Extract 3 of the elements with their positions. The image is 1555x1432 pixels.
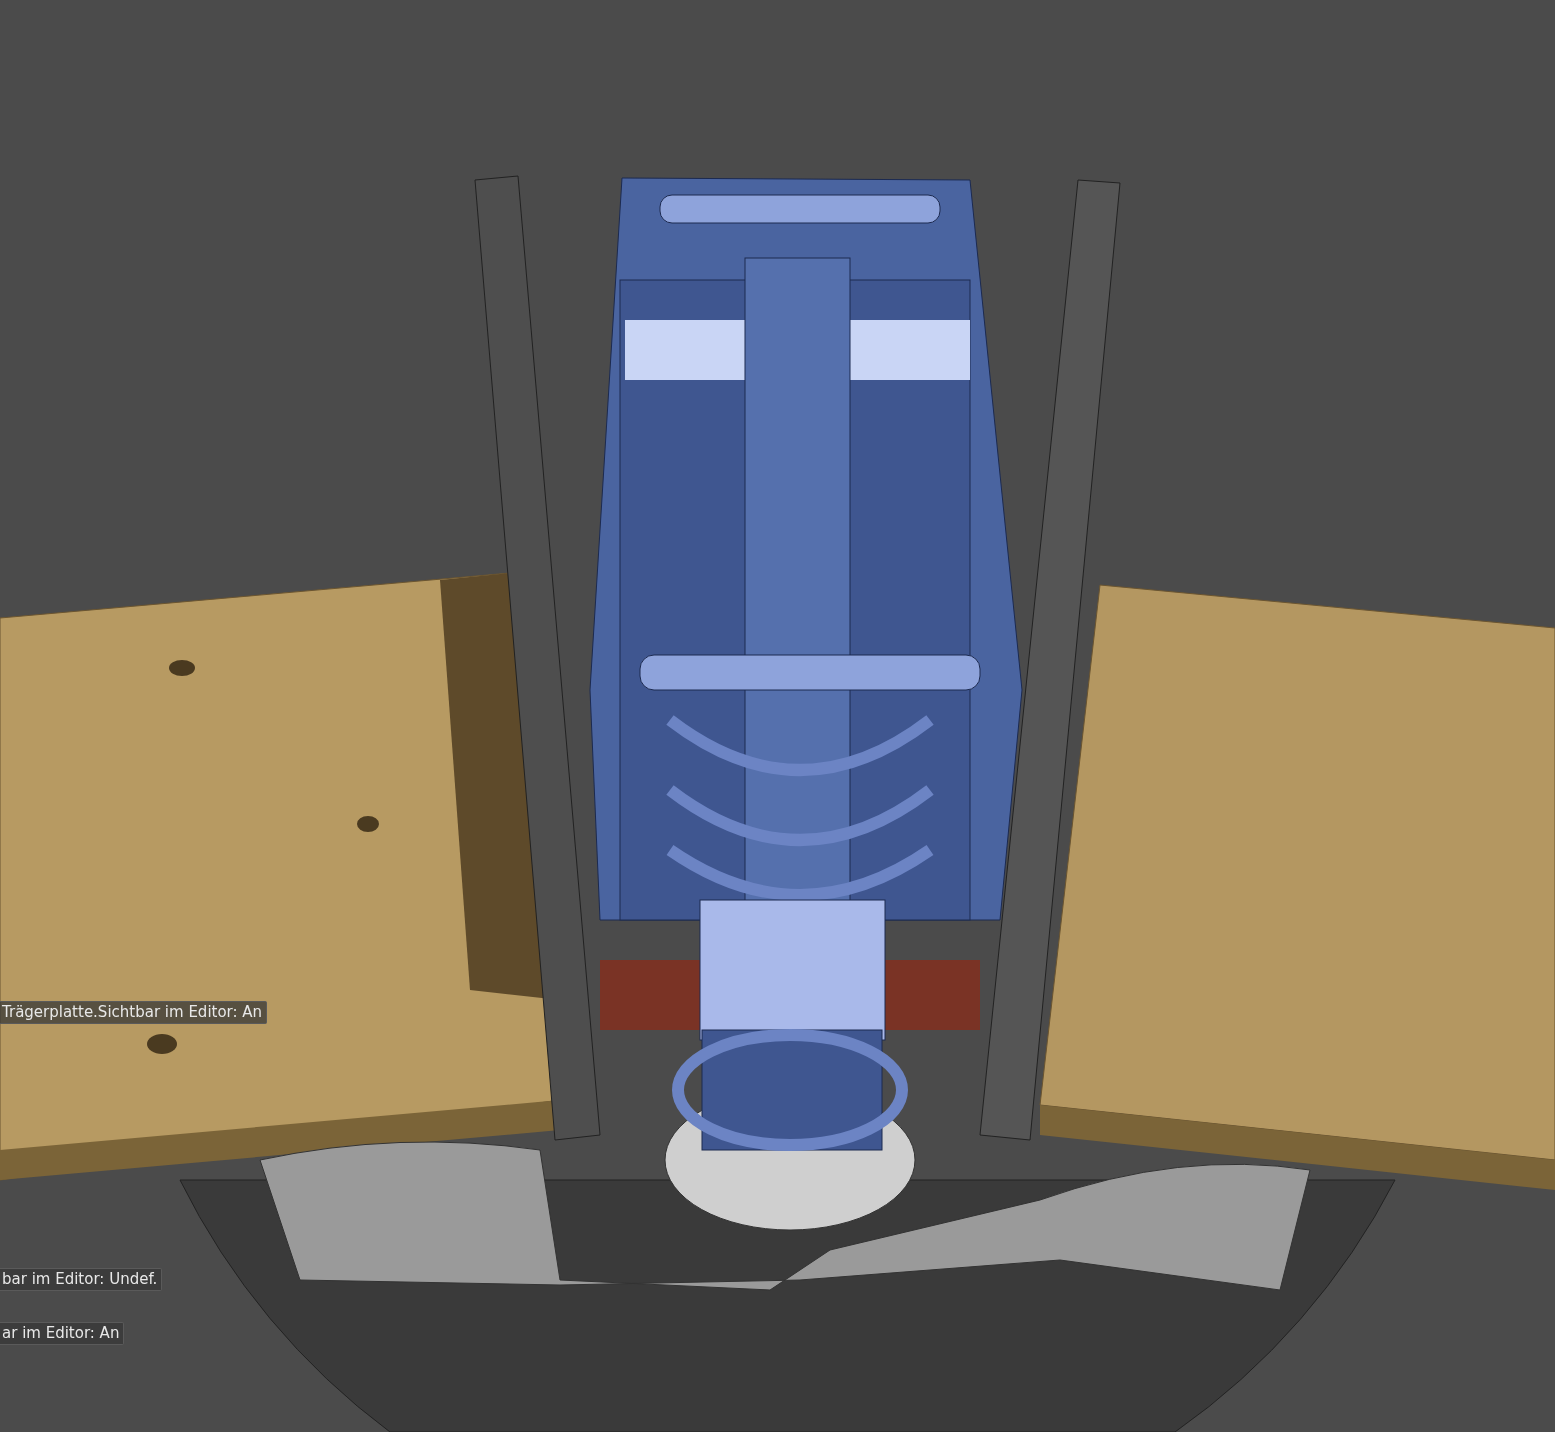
viewport-tag-label: bar im Editor: Undef. [0,1268,163,1291]
viewport-tag-label: ar im Editor: An [0,1322,125,1345]
viewport-tag-label: Trägerplatte.Sichtbar im Editor: An [0,1001,268,1024]
